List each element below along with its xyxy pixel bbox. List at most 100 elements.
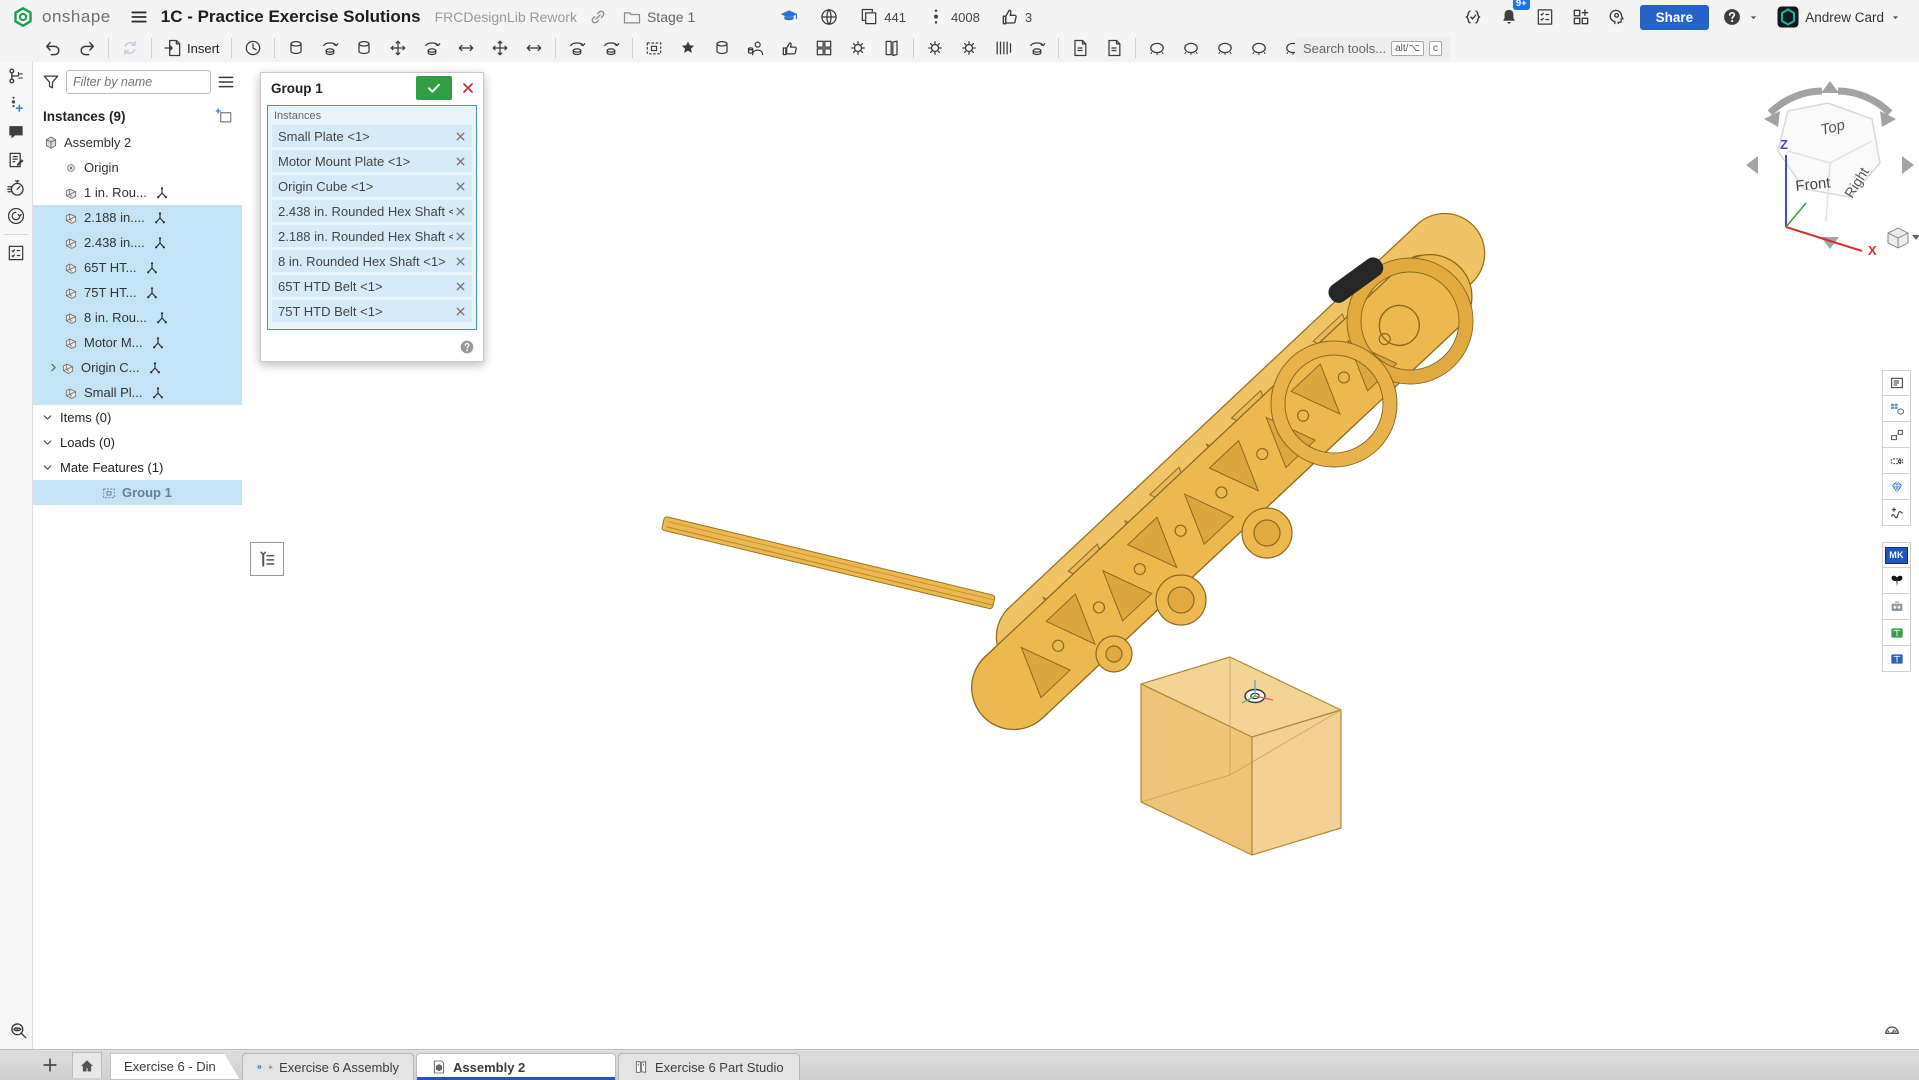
tab-exercise-6-din[interactable]: Exercise 6 - Din (110, 1053, 240, 1080)
search-tools[interactable]: Search tools... alt/⌥ c (1295, 37, 1450, 59)
rack-and-pinion-button[interactable] (989, 36, 1017, 60)
education-badge[interactable] (776, 4, 802, 30)
tree-item[interactable]: 2.188 in.... (33, 205, 242, 230)
dialog-instance-row[interactable]: 8 in. Rounded Hex Shaft <1> (272, 250, 472, 272)
folder-breadcrumb[interactable]: Stage 1 (619, 4, 698, 30)
view-mode-button[interactable] (1888, 228, 1919, 248)
mate-planar-button[interactable] (384, 36, 412, 60)
dialog-instance-row[interactable]: Origin Cube <1> (272, 175, 472, 197)
feature-list-panel-button[interactable] (1882, 370, 1911, 396)
tasks-button[interactable] (1532, 4, 1558, 30)
pattern-button[interactable] (708, 36, 736, 60)
edit-drawing-button[interactable] (1066, 36, 1094, 60)
confirm-button[interactable] (416, 76, 452, 100)
insert-button[interactable]: Insert (159, 36, 224, 60)
tree-item[interactable]: 65T HT... (33, 255, 242, 280)
show-all-button[interactable] (1245, 36, 1273, 60)
appearance-button[interactable] (1882, 474, 1911, 500)
dialog-instance-row[interactable]: 75T HTD Belt <1> (272, 300, 472, 322)
tree-item[interactable]: Small Pl... (33, 380, 242, 405)
view-cube[interactable]: Top Front Right Z X (1740, 75, 1919, 255)
insert-part-button[interactable] (742, 36, 770, 60)
library-blue-button[interactable] (1882, 646, 1911, 672)
butterfly-app-button[interactable] (1882, 568, 1911, 594)
mate-pin-slot-button[interactable] (452, 36, 480, 60)
list-options-icon[interactable] (216, 72, 236, 92)
mate-relation-button[interactable] (597, 36, 625, 60)
screw-relation-button[interactable] (955, 36, 983, 60)
gear-relation-button[interactable] (921, 36, 949, 60)
mate-cylindrical-button[interactable] (418, 36, 446, 60)
dialog-instance-row[interactable]: 2.438 in. Rounded Hex Shaft <... (272, 200, 472, 222)
remove-instance-button[interactable] (453, 154, 468, 169)
account-menu-button[interactable]: Andrew Card (1773, 2, 1905, 32)
tree-collapse-toggle[interactable] (250, 542, 284, 576)
share-button[interactable]: Share (1640, 5, 1710, 30)
remove-instance-button[interactable] (453, 179, 468, 194)
mate-tangent-button[interactable] (563, 36, 591, 60)
hide-instance-button[interactable] (1211, 36, 1239, 60)
bom-table-button[interactable] (1882, 396, 1911, 422)
panel-section-header[interactable]: Mate Features (1) (33, 455, 242, 480)
remove-instance-button[interactable] (453, 229, 468, 244)
add-group-icon[interactable] (214, 106, 234, 126)
versions-button[interactable] (0, 62, 32, 90)
history-button[interactable] (0, 174, 32, 202)
hex-shaft[interactable] (661, 516, 995, 609)
public-document-button[interactable] (816, 4, 842, 30)
revert-timeline-button[interactable] (239, 36, 267, 60)
redo-button[interactable] (73, 36, 101, 60)
dialog-instance-row[interactable]: 2.188 in. Rounded Hex Shaft <... (272, 225, 472, 247)
tree-item[interactable]: 1 in. Rou... (33, 180, 242, 205)
mate-parallel-button[interactable] (520, 36, 548, 60)
robot-app-button[interactable] (1882, 594, 1911, 620)
remove-instance-button[interactable] (453, 204, 468, 219)
linked-documents-button[interactable] (1882, 422, 1911, 448)
mate-feature-group-item[interactable]: Group 1 (33, 480, 242, 505)
tab-exercise-6-assembly[interactable]: Exercise 6 Assembly (242, 1053, 414, 1080)
help-icon[interactable] (459, 339, 475, 355)
mate-revolute-button[interactable] (316, 36, 344, 60)
follow-mode-button[interactable] (0, 202, 32, 230)
mate-fastened-button[interactable] (282, 36, 310, 60)
section-view-button[interactable] (1143, 36, 1171, 60)
dialog-instance-row[interactable]: 65T HTD Belt <1> (272, 275, 472, 297)
copies-stat[interactable]: 441 (856, 4, 909, 30)
tree-item[interactable]: Assembly 2 (33, 130, 242, 155)
configurations-button[interactable] (810, 36, 838, 60)
likes-stat[interactable]: 3 (997, 4, 1035, 30)
filter-input[interactable] (66, 70, 211, 94)
checklist-button[interactable] (0, 239, 32, 267)
slot-tool-button[interactable] (1882, 448, 1911, 474)
apps-button[interactable] (1568, 4, 1594, 30)
library-green-button[interactable] (1882, 620, 1911, 646)
notes-button[interactable] (0, 146, 32, 174)
group-button[interactable] (640, 36, 668, 60)
tree-item[interactable]: 2.438 in.... (33, 230, 242, 255)
display-states-button[interactable] (776, 36, 804, 60)
tab-assembly-2[interactable]: Assembly 2 (416, 1053, 616, 1080)
assembly-3d-scene[interactable] (242, 62, 1919, 1049)
replicate-button[interactable] (674, 36, 702, 60)
remove-instance-button[interactable] (453, 129, 468, 144)
cancel-button[interactable] (458, 78, 478, 98)
remove-instance-button[interactable] (453, 254, 468, 269)
uses-stat[interactable]: 4008 (923, 4, 983, 30)
notifications-button[interactable]: 9+ (1496, 4, 1522, 30)
tree-item[interactable]: 75T HT... (33, 280, 242, 305)
variables-button[interactable] (1882, 500, 1911, 526)
appearance-button[interactable] (844, 36, 872, 60)
tree-item[interactable]: Origin (33, 155, 242, 180)
featurescript-notices-button[interactable] (1460, 4, 1486, 30)
expander-icon[interactable] (47, 361, 60, 374)
comments-button[interactable] (0, 118, 32, 146)
dialog-instance-row[interactable]: Small Plate <1> (272, 125, 472, 147)
learning-center-button[interactable] (1604, 4, 1630, 30)
publications-button[interactable] (878, 36, 906, 60)
help-menu-button[interactable] (1719, 4, 1763, 30)
new-tab-button[interactable] (38, 1053, 62, 1077)
insert-version-button[interactable] (0, 90, 32, 118)
remove-instance-button[interactable] (453, 304, 468, 319)
main-menu-button[interactable] (125, 3, 153, 31)
mate-ball-button[interactable] (486, 36, 514, 60)
